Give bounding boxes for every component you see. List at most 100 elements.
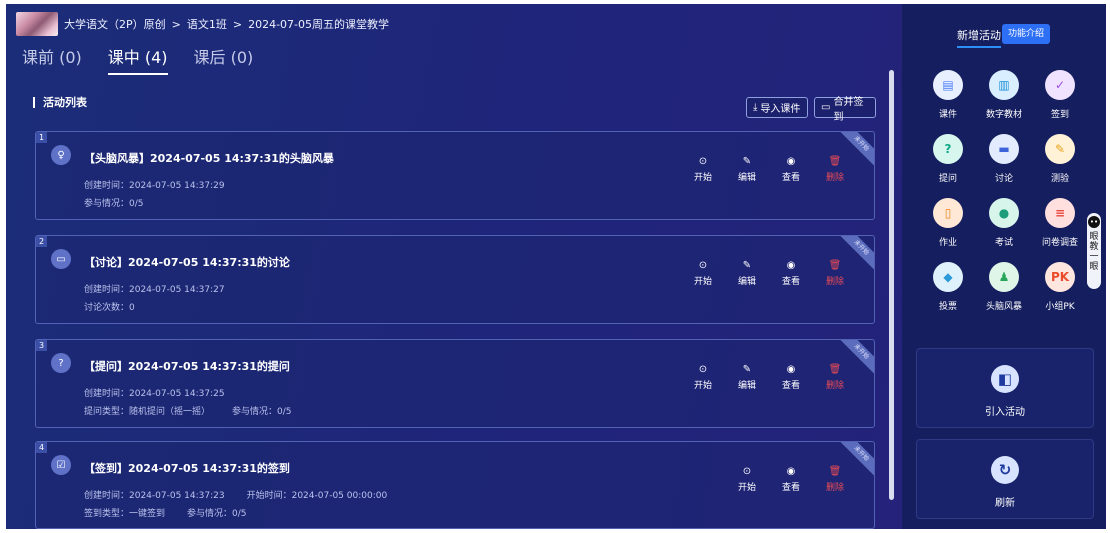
new-activity-tab[interactable]: 新增活动 [957,27,1001,48]
activity-number: 1 [36,132,47,143]
edit-label: 编辑 [737,277,756,287]
activity-card[interactable]: 3 未开始 ? 【提问】2024-07-05 14:37:31的提问 创建时间：… [35,339,875,428]
import-courseware-button[interactable]: ⤓ 导入课件 [746,97,808,118]
refresh-label: 刷新 [995,498,1015,509]
breadcrumb-class[interactable]: 语文1班 [187,16,227,32]
group-pk-icon: PK [1045,262,1075,292]
import-activity-button[interactable]: ◧ 引入活动 [916,348,1094,428]
activity-type-label: 签到 [1050,110,1069,120]
activity-title[interactable]: 【头脑风暴】2024-07-05 14:37:31的头脑风暴 [84,150,334,166]
activity-card[interactable]: 1 未开始 ♀ 【头脑风暴】2024-07-05 14:37:31的头脑风暴 创… [35,131,875,220]
discussion-icon: ▭ [51,249,71,269]
view-button[interactable]: ◉ 查看 [769,364,813,392]
activity-type-question[interactable]: ? 提问 [920,134,976,184]
activity-type-survey[interactable]: ≡ 问卷调查 [1032,198,1088,248]
exam-icon: ● [989,198,1019,228]
activity-type-digital-textbook[interactable]: ▥ 数字教材 [976,70,1032,120]
edit-button[interactable]: ✎ 编辑 [725,157,769,184]
start-button[interactable]: ⊙ 开始 [681,260,725,288]
pencil-icon: ✎ [742,364,752,375]
merge-sign-in-label: 合并签到 [833,96,864,123]
merge-sign-in-button[interactable]: ▭ 合并签到 [814,97,876,123]
activity-type-label: 提问 [938,174,957,184]
delete-button[interactable]: 🗑 删除 [813,467,857,494]
brainstorm-icon: ♟ [989,262,1019,292]
trash-icon: 🗑 [828,156,842,167]
delete-button[interactable]: 🗑 删除 [813,156,857,184]
created-time: 创建时间：2024-07-05 14:37:23 [84,491,225,501]
activity-type-label: 作业 [938,238,957,248]
participation: 参与情况：0/5 [232,407,292,417]
start-time: 开始时间：2024-07-05 00:00:00 [246,491,388,501]
play-icon: ⊙ [698,260,708,271]
start-label: 开始 [693,381,712,391]
created-time: 创建时间：2024-07-05 14:37:29 [84,181,225,191]
question-icon: ? [51,353,71,373]
sign-in-icon: ☑ [51,455,71,475]
edit-button[interactable]: ✎ 编辑 [725,364,769,392]
assistant-char: 一 [1089,252,1099,262]
view-label: 查看 [781,381,800,391]
activity-type-discussion[interactable]: ▬ 讨论 [976,134,1032,184]
main-panel: 大学语文（2P）原创 > 语文1班 > 2024-07-05周五的课堂教学 课前… [6,4,902,529]
activity-title[interactable]: 【讨论】2024-07-05 14:37:31的讨论 [84,254,290,270]
view-button[interactable]: ◉ 查看 [769,467,813,494]
activity-type-courseware[interactable]: ▤ 课件 [920,70,976,120]
view-label: 查看 [781,277,800,287]
activity-type-grid: ▤ 课件 ▥ 数字教材 ✓ 签到 ? 提问 ▬ 讨论 ✎ 测验 ▯ 作业 ● 考试 ≡ 问卷调查 ◆ 投票 ♟ 头脑风暴 P… [920,70,1088,312]
breadcrumb-course[interactable]: 大学语文（2P）原创 [64,16,166,32]
view-button[interactable]: ◉ 查看 [769,260,813,288]
import-courseware-label: 导入课件 [760,104,801,115]
activity-meta-line: 签到类型：一键签到 参与情况：0/5 [84,506,269,519]
participation: 参与情况：0/5 [187,509,247,519]
scrollbar[interactable] [889,70,894,500]
assistant-side-tab[interactable]: •• 眼 教 一 眼 [1087,213,1101,289]
delete-button[interactable]: 🗑 删除 [813,261,857,288]
trash-icon: 🗑 [828,364,842,375]
edit-button[interactable]: ✎ 编辑 [725,261,769,288]
digital-textbook-icon: ▥ [989,70,1019,100]
breadcrumb-separator: > [232,17,243,31]
eye-icon: ◉ [786,364,796,375]
delete-button[interactable]: 🗑 删除 [813,364,857,392]
start-button[interactable]: ⊙ 开始 [681,365,725,392]
discussion-icon: ▬ [989,134,1019,164]
activity-meta-line: 提问类型：随机提问（摇一摇） 参与情况：0/5 [84,404,314,417]
tab-after-class[interactable]: 课后 (0) [194,44,254,75]
activity-card[interactable]: 4 未开始 ☑ 【签到】2024-07-05 14:37:31的签到 创建时间：… [35,441,875,529]
activity-type-label: 投票 [938,302,957,312]
activity-type-vote[interactable]: ◆ 投票 [920,262,976,312]
course-cover-image [16,12,58,36]
sign-in-type: 签到类型：一键签到 [84,509,166,519]
activity-type-exam[interactable]: ● 考试 [976,198,1032,248]
view-button[interactable]: ◉ 查看 [769,157,813,184]
created-time: 创建时间：2024-07-05 14:37:27 [84,285,225,295]
activity-type-label: 头脑风暴 [985,302,1022,312]
vote-icon: ◆ [933,262,963,292]
activity-type-label: 讨论 [994,174,1013,184]
activity-actions: ⊙ 开始 ✎ 编辑 ◉ 查看 🗑 删除 [681,364,857,392]
start-button[interactable]: ⊙ 开始 [681,157,725,184]
activity-title[interactable]: 【签到】2024-07-05 14:37:31的签到 [84,460,290,476]
activity-type-label: 问卷调查 [1041,238,1078,248]
activity-type-brainstorm[interactable]: ♟ 头脑风暴 [976,262,1032,312]
activity-card[interactable]: 2 未开始 ▭ 【讨论】2024-07-05 14:37:31的讨论 创建时间：… [35,235,875,324]
start-button[interactable]: ⊙ 开始 [725,467,769,494]
activity-type-sign-in[interactable]: ✓ 签到 [1032,70,1088,120]
activity-meta-line: 讨论次数：0 [84,300,157,313]
activity-type-homework[interactable]: ▯ 作业 [920,198,976,248]
delete-label: 删除 [825,483,844,493]
tab-before-class[interactable]: 课前 (0) [22,44,82,75]
tab-in-class[interactable]: 课中 (4) [107,44,168,75]
merge-icon: ▭ [821,102,831,113]
activity-type-group-pk[interactable]: PK 小组PK [1032,262,1088,312]
refresh-button[interactable]: ↻ 刷新 [916,439,1094,519]
start-label: 开始 [737,483,756,493]
feature-intro-button[interactable]: 功能介绍 [1002,24,1051,44]
import-activity-label: 引入活动 [985,407,1025,418]
activity-type-quiz[interactable]: ✎ 测验 [1032,134,1088,184]
activity-meta-line: 创建时间：2024-07-05 14:37:25 [84,386,247,399]
activity-title[interactable]: 【提问】2024-07-05 14:37:31的提问 [84,358,290,374]
eye-icon: ◉ [786,260,796,271]
delete-label: 删除 [825,277,844,287]
